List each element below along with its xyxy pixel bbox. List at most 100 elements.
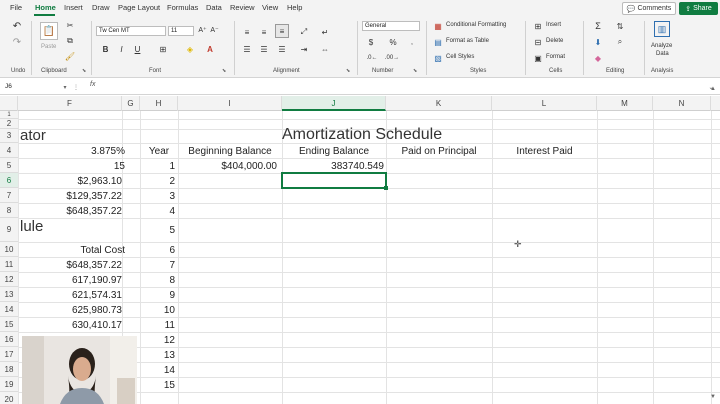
- row-header-12[interactable]: 12: [0, 272, 18, 287]
- currency-icon[interactable]: $: [366, 37, 376, 47]
- row-header-11[interactable]: 11: [0, 257, 18, 272]
- format-as-table-button[interactable]: Format as Table: [446, 38, 489, 44]
- align-top-icon[interactable]: ≡: [242, 27, 252, 37]
- cell-styles-button[interactable]: Cell Styles: [446, 54, 474, 60]
- row-header-17[interactable]: 17: [0, 347, 18, 362]
- cell-f13[interactable]: 621,574.31: [18, 289, 122, 302]
- format-cells-button[interactable]: Format: [546, 54, 565, 60]
- autosum-icon[interactable]: Σ: [593, 21, 603, 31]
- cut-icon[interactable]: ✂: [65, 20, 75, 30]
- name-box[interactable]: J6: [2, 81, 58, 93]
- name-box-dropdown-icon[interactable]: ▾: [61, 82, 69, 92]
- select-all-button[interactable]: [0, 96, 18, 111]
- cell-l4-interest-paid-header[interactable]: Interest Paid: [492, 145, 597, 158]
- cell-f8[interactable]: $648,357.22: [18, 205, 122, 218]
- row-header-9[interactable]: 9: [0, 218, 18, 242]
- format-cells-icon[interactable]: ▣: [533, 53, 543, 63]
- format-painter-icon[interactable]: 🖌: [65, 51, 75, 61]
- conditional-formatting-icon[interactable]: ▦: [433, 21, 443, 31]
- row-header-8[interactable]: 8: [0, 203, 18, 218]
- decrease-decimal-icon[interactable]: .00→: [385, 53, 399, 63]
- scroll-down-arrow-icon[interactable]: ▼: [709, 393, 717, 401]
- tab-help[interactable]: Help: [287, 3, 302, 12]
- row-header-13[interactable]: 13: [0, 287, 18, 302]
- comments-button[interactable]: 💬 Comments: [622, 2, 676, 15]
- row-header-16[interactable]: 16: [0, 332, 18, 347]
- increase-decimal-icon[interactable]: .0←: [366, 53, 378, 63]
- row-header-3[interactable]: 3: [0, 129, 18, 143]
- insert-cells-button[interactable]: Insert: [546, 22, 561, 28]
- wrap-text-icon[interactable]: ↵: [320, 27, 330, 37]
- cell-h19-year[interactable]: 15: [140, 379, 175, 392]
- analyze-data-label-2[interactable]: Data: [656, 51, 669, 57]
- column-header-g[interactable]: G: [122, 96, 140, 111]
- cell-k4-paid-on-principal-header[interactable]: Paid on Principal: [386, 145, 492, 158]
- cell-h13-year[interactable]: 9: [140, 289, 175, 302]
- column-header-m[interactable]: M: [597, 96, 653, 111]
- indent-icon[interactable]: ⇥: [299, 44, 309, 54]
- increase-font-size-icon[interactable]: A⁺: [198, 25, 207, 35]
- cell-h9-year[interactable]: 5: [140, 224, 175, 237]
- align-left-icon[interactable]: ☰: [242, 44, 252, 54]
- column-header-k[interactable]: K: [386, 96, 492, 111]
- number-format-select[interactable]: General: [362, 21, 420, 31]
- cell-h7-year[interactable]: 3: [140, 190, 175, 203]
- tab-file[interactable]: File: [10, 3, 22, 12]
- align-center-icon[interactable]: ☰: [259, 44, 269, 54]
- row-header-1[interactable]: 1: [0, 111, 18, 119]
- row-header-2[interactable]: 2: [0, 119, 18, 129]
- decrease-font-size-icon[interactable]: A⁻: [210, 25, 219, 35]
- merge-center-icon[interactable]: ⇔: [320, 44, 330, 54]
- tab-review[interactable]: Review: [230, 3, 255, 12]
- conditional-formatting-button[interactable]: Conditional Formatting: [446, 22, 506, 28]
- underline-icon[interactable]: U: [133, 44, 142, 54]
- align-right-icon[interactable]: ☰: [277, 44, 287, 54]
- column-header-i[interactable]: I: [178, 96, 282, 111]
- tab-data[interactable]: Data: [206, 3, 222, 12]
- active-cell-j6[interactable]: [281, 172, 387, 189]
- column-header-h[interactable]: H: [140, 96, 178, 111]
- sort-filter-icon[interactable]: ⇅: [615, 21, 625, 31]
- tab-draw[interactable]: Draw: [92, 3, 110, 12]
- cell-j3-title[interactable]: Amortization Schedule: [282, 127, 442, 143]
- row-header-5[interactable]: 5: [0, 158, 18, 173]
- row-header-15[interactable]: 15: [0, 317, 18, 332]
- column-header-f[interactable]: F: [18, 96, 122, 111]
- redo-icon[interactable]: ↷: [11, 36, 23, 48]
- percent-icon[interactable]: %: [388, 37, 398, 47]
- paste-label[interactable]: Paste: [41, 44, 56, 50]
- cell-h12-year[interactable]: 8: [140, 274, 175, 287]
- font-name-select[interactable]: Tw Cen MT: [96, 26, 166, 36]
- fill-icon[interactable]: ⬇: [593, 37, 603, 47]
- align-bottom-icon[interactable]: ≡: [275, 24, 289, 38]
- cell-h15-year[interactable]: 11: [140, 319, 175, 332]
- cell-f5[interactable]: 15: [18, 160, 125, 173]
- formula-input[interactable]: [104, 81, 704, 93]
- fill-color-icon[interactable]: ◈: [185, 44, 195, 54]
- row-header-14[interactable]: 14: [0, 302, 18, 317]
- cell-f7[interactable]: $129,357.22: [18, 190, 122, 203]
- row-header-6[interactable]: 6: [0, 173, 18, 188]
- cell-h11-year[interactable]: 7: [140, 259, 175, 272]
- cell-f6[interactable]: $2,963.10: [18, 175, 123, 188]
- tab-insert[interactable]: Insert: [64, 3, 83, 12]
- undo-icon[interactable]: ↶: [11, 20, 23, 32]
- delete-cells-icon[interactable]: ⊟: [533, 37, 543, 47]
- share-button[interactable]: ⇪ Share: [679, 2, 718, 15]
- font-color-icon[interactable]: A: [205, 44, 215, 54]
- cell-h6-year[interactable]: 2: [140, 175, 175, 188]
- cell-h10-year[interactable]: 6: [140, 244, 175, 257]
- font-launcher-icon[interactable]: ⬊: [222, 68, 226, 74]
- formula-bar-more-icon[interactable]: ⋮: [72, 82, 80, 92]
- cell-e9-partial-text[interactable]: lule: [20, 219, 43, 234]
- fill-handle[interactable]: [384, 186, 388, 190]
- paste-icon[interactable]: 📋: [40, 22, 58, 40]
- clear-icon[interactable]: ◆: [593, 53, 603, 63]
- column-header-n[interactable]: N: [653, 96, 711, 111]
- analyze-data-label-1[interactable]: Analyze: [651, 43, 672, 49]
- clipboard-launcher-icon[interactable]: ⬊: [82, 68, 86, 74]
- cell-f14[interactable]: 625,980.73: [18, 304, 122, 317]
- insert-cells-icon[interactable]: ⊞: [533, 21, 543, 31]
- column-header-l[interactable]: L: [492, 96, 597, 111]
- cell-h16-year[interactable]: 12: [140, 334, 175, 347]
